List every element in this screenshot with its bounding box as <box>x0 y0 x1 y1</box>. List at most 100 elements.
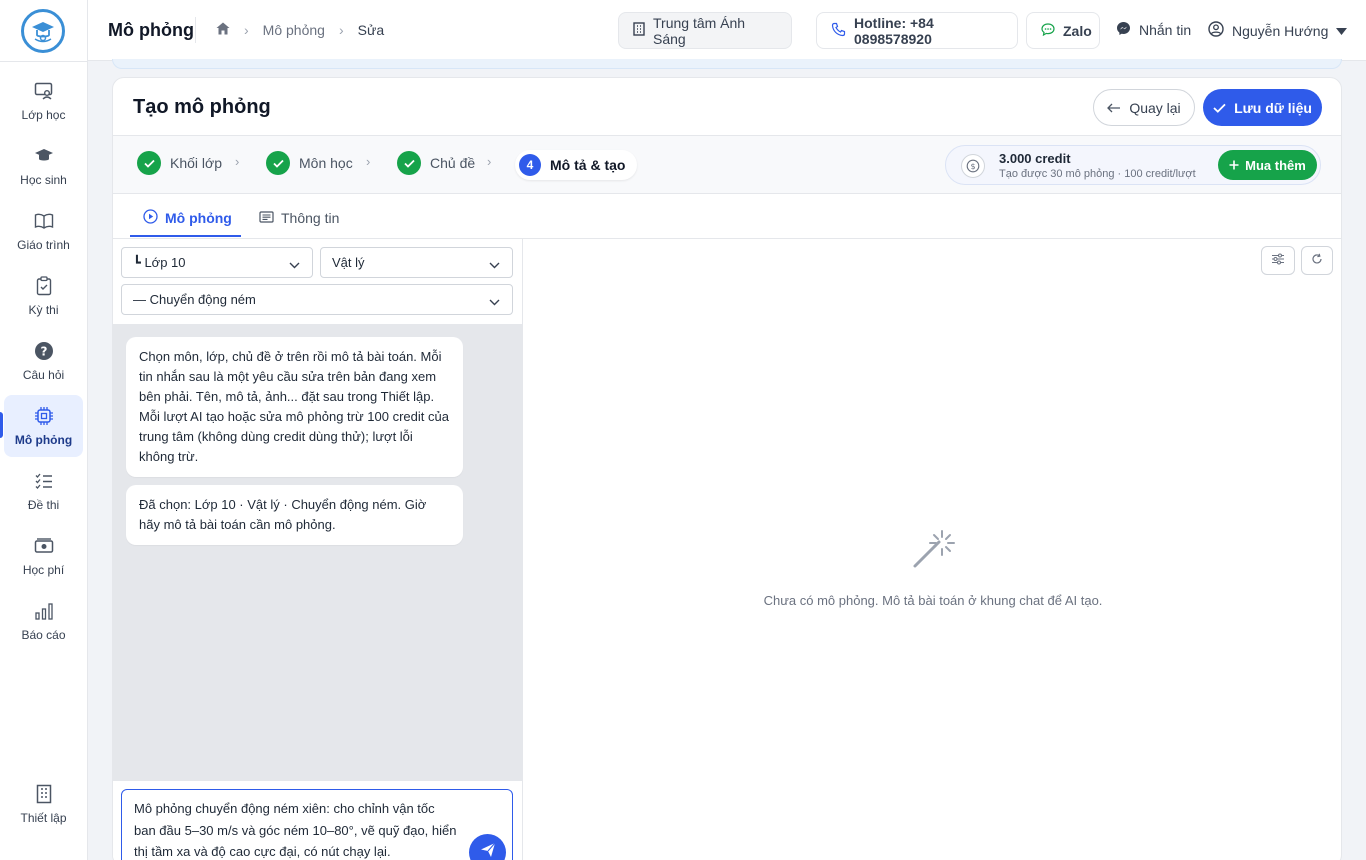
sidebar-item-label: Báo cáo <box>21 628 66 642</box>
chat-message: Chọn môn, lớp, chủ đề ở trên rồi mô tả b… <box>126 337 463 477</box>
credit-detail: Tạo được 30 mô phỏng · 100 credit/lượt <box>999 168 1196 180</box>
sidebar-item-label: Đề thi <box>27 498 60 512</box>
center-selector[interactable]: Trung tâm Ánh Sáng <box>618 12 792 49</box>
tab-thong-tin[interactable]: Thông tin <box>259 198 339 238</box>
hotline-button[interactable]: Hotline: +84 0898578920 <box>816 12 1018 49</box>
user-circle-icon <box>1208 21 1224 40</box>
clipboard-check-icon <box>33 275 55 297</box>
class-board-icon <box>33 80 55 102</box>
sidebar-item-label: Thiết lập <box>20 811 67 825</box>
messenger-label: Nhắn tin <box>1139 22 1192 38</box>
check-circle-icon <box>266 151 290 175</box>
subject-select[interactable]: Vật lý <box>320 247 513 278</box>
building-icon <box>33 783 55 805</box>
tab-label: Mô phỏng <box>165 210 232 226</box>
tab-mo-phong[interactable]: Mô phỏng <box>143 198 232 238</box>
chevron-right-icon: › <box>487 154 492 169</box>
back-button[interactable]: Quay lại <box>1093 89 1195 126</box>
hotline-label: Hotline: +84 0898578920 <box>854 14 934 47</box>
zalo-button[interactable]: Zalo <box>1026 12 1100 49</box>
sidebar-item-mo-phong[interactable]: Mô phỏng <box>4 395 83 457</box>
caret-down-icon <box>1336 23 1348 39</box>
send-icon <box>480 842 496 860</box>
user-name: Nguyễn Hướng <box>1232 22 1329 39</box>
svg-text:$: $ <box>970 162 975 171</box>
sidebar-item-de-thi[interactable]: Đề thi <box>4 460 83 522</box>
sidebar-item-label: Kỳ thi <box>28 303 59 317</box>
document-icon <box>259 210 274 226</box>
messenger-icon <box>1116 21 1131 39</box>
graduation-cap-icon <box>33 145 55 167</box>
sidebar-item-label: Học sinh <box>20 173 67 187</box>
chip-icon <box>33 405 55 427</box>
topic-value: — Chuyển động ném <box>133 292 256 307</box>
step-chu-de[interactable]: Chủ đề <box>397 151 475 175</box>
user-menu[interactable]: Nguyễn Hướng <box>1208 21 1348 40</box>
step-label: Khối lớp <box>170 155 222 171</box>
sidebar-item-label: Mô phỏng <box>14 433 73 447</box>
breadcrumb-current: Sửa <box>357 22 385 38</box>
sidebar-item-label: Lớp học <box>21 108 66 122</box>
message-input[interactable]: Mô phỏng chuyển động ném xiên: cho chỉnh… <box>121 789 513 860</box>
refresh-button[interactable] <box>1301 246 1333 275</box>
logo-icon[interactable] <box>21 9 65 53</box>
step-mo-ta-tao[interactable]: 4 Mô tả & tạo <box>515 150 638 180</box>
sidebar-item-cau-hoi[interactable]: ? Câu hỏi <box>4 330 83 392</box>
credit-panel: $ 3.000 credit Tạo được 30 mô phỏng · 10… <box>945 145 1321 185</box>
sidebar-item-bao-cao[interactable]: Báo cáo <box>4 590 83 652</box>
sidebar-item-hoc-phi[interactable]: Học phí <box>4 525 83 587</box>
chevron-right-icon: › <box>244 22 249 38</box>
sidebar-item-ky-thi[interactable]: Kỳ thi <box>4 265 83 327</box>
chat-message: Đã chọn: Lớp 10 · Vật lý · Chuyển động n… <box>126 485 463 545</box>
chat-messages[interactable]: Chọn môn, lớp, chủ đề ở trên rồi mô tả b… <box>113 324 522 781</box>
step-khoi-lop[interactable]: Khối lớp <box>137 151 222 175</box>
sidebar-item-label: Học phí <box>22 563 65 577</box>
magic-wand-icon <box>909 526 957 579</box>
save-button[interactable]: Lưu dữ liệu <box>1203 89 1322 126</box>
buy-label: Mua thêm <box>1245 157 1306 173</box>
question-circle-icon: ? <box>33 340 55 362</box>
grade-select[interactable]: ┗ Lớp 10 <box>121 247 313 278</box>
sidebar-item-hoc-sinh[interactable]: Học sinh <box>4 135 83 197</box>
main-card: Tạo mô phỏng Quay lại Lưu dữ liệu Khối l… <box>112 77 1342 860</box>
chevron-down-icon <box>289 257 300 272</box>
settings-sliders-button[interactable] <box>1261 246 1295 275</box>
zalo-label: Zalo <box>1063 22 1092 39</box>
step-mon-hoc[interactable]: Môn học <box>266 151 353 175</box>
home-icon[interactable] <box>216 22 230 38</box>
credit-amount: 3.000 credit <box>999 151 1071 166</box>
phone-icon <box>831 22 846 40</box>
breadcrumb: › Mô phỏng › Sửa <box>216 22 384 38</box>
check-icon <box>1213 100 1226 116</box>
app-title: Mô phỏng <box>108 20 194 40</box>
step-label: Môn học <box>299 155 353 171</box>
check-circle-icon <box>137 151 161 175</box>
sliders-icon <box>1271 252 1285 270</box>
save-label: Lưu dữ liệu <box>1234 99 1312 116</box>
topic-select[interactable]: — Chuyển động ném <box>121 284 513 315</box>
sidebar-item-giao-trinh[interactable]: Giáo trình <box>4 200 83 262</box>
title-divider <box>195 17 196 43</box>
tab-active-underline <box>130 235 241 237</box>
bar-chart-icon <box>33 600 55 622</box>
tab-label: Thông tin <box>281 210 340 226</box>
messenger-button[interactable]: Nhắn tin <box>1116 21 1191 39</box>
check-circle-icon <box>397 151 421 175</box>
coin-icon: $ <box>961 154 985 178</box>
buy-credit-button[interactable]: Mua thêm <box>1218 150 1317 180</box>
page-title: Tạo mô phỏng <box>133 96 271 118</box>
sidebar-item-thiet-lap[interactable]: Thiết lập <box>4 773 83 835</box>
step-number: 4 <box>519 154 541 176</box>
empty-state-text: Chưa có mô phỏng. Mô tả bài toán ở khung… <box>763 593 1103 608</box>
breadcrumb-item[interactable]: Mô phỏng <box>263 22 325 38</box>
back-label: Quay lại <box>1129 99 1181 116</box>
chat-bubble-icon <box>1041 22 1055 39</box>
chevron-down-icon <box>489 257 500 272</box>
step-label: Mô tả & tạo <box>550 157 626 173</box>
checklist-icon <box>33 470 55 492</box>
sidebar-item-lop-hoc[interactable]: Lớp học <box>4 70 83 132</box>
sidebar-active-indicator <box>0 412 3 438</box>
play-circle-icon <box>143 209 158 227</box>
sidebar-item-label: Giáo trình <box>17 238 70 252</box>
chevron-down-icon <box>489 294 500 309</box>
